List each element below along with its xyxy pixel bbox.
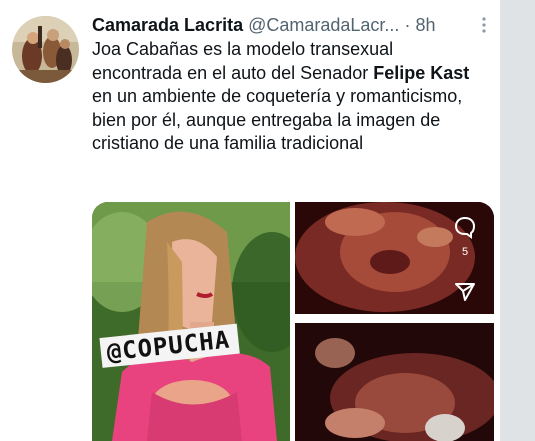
- tweet-text: Joa Cabañas es la modelo transexual enco…: [92, 38, 477, 156]
- tweet-media-grid: @COPUCHA: [92, 202, 494, 441]
- media-photo-bottom-right[interactable]: [295, 318, 494, 441]
- tweet-header: Camarada Lacrita @CamaradaLacr... · 8h: [92, 13, 492, 37]
- comment-count: 5: [461, 246, 469, 258]
- avatar[interactable]: [12, 16, 79, 83]
- more-options-icon[interactable]: [478, 16, 490, 34]
- media-grid-gap: [295, 318, 494, 323]
- tweet-text-part2: en un ambiente de coquetería y romantici…: [92, 86, 463, 153]
- avatar-image: [12, 16, 79, 83]
- tweet-card[interactable]: Camarada Lacrita @CamaradaLacr... · 8h J…: [0, 0, 500, 441]
- header-separator: ·: [404, 15, 411, 35]
- comment-icon[interactable]: [452, 214, 478, 240]
- tweet-text-bold-name: Felipe Kast: [373, 62, 470, 83]
- tweet-text-part1: Joa Cabañas es la modelo transexual enco…: [92, 39, 394, 83]
- share-icon[interactable]: [452, 278, 478, 304]
- media-photo-left[interactable]: [92, 202, 290, 441]
- tweet-timestamp[interactable]: 8h: [415, 15, 435, 35]
- author-display-name[interactable]: Camarada Lacrita: [92, 15, 243, 35]
- author-handle[interactable]: @CamaradaLacr...: [248, 15, 399, 35]
